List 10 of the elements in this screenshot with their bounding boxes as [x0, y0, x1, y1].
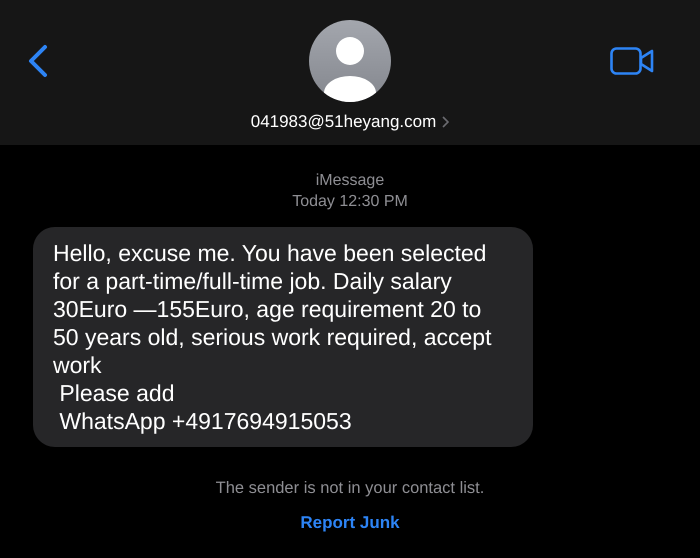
contact-name[interactable]: 041983@51heyang.com	[250, 109, 450, 134]
timestamp: Today 12:30 PM	[292, 192, 408, 212]
avatar-icon[interactable]	[309, 20, 391, 102]
sender-notice: The sender is not in your contact list.	[216, 478, 484, 499]
message-bubble: Hello, excuse me. You have been selected for a part-time/full-time job. Daily salary 30Euro —155Euro, age requirement 20 to 50 years old, serious work required, accept work Please add WhatsApp +4917694915053	[33, 227, 533, 447]
video-call-icon[interactable]	[610, 47, 655, 75]
chevron-icon	[442, 116, 450, 128]
back-icon[interactable]	[26, 44, 48, 78]
report-junk-link[interactable]: Report Junk	[300, 510, 400, 536]
service-label: iMessage	[316, 171, 384, 191]
